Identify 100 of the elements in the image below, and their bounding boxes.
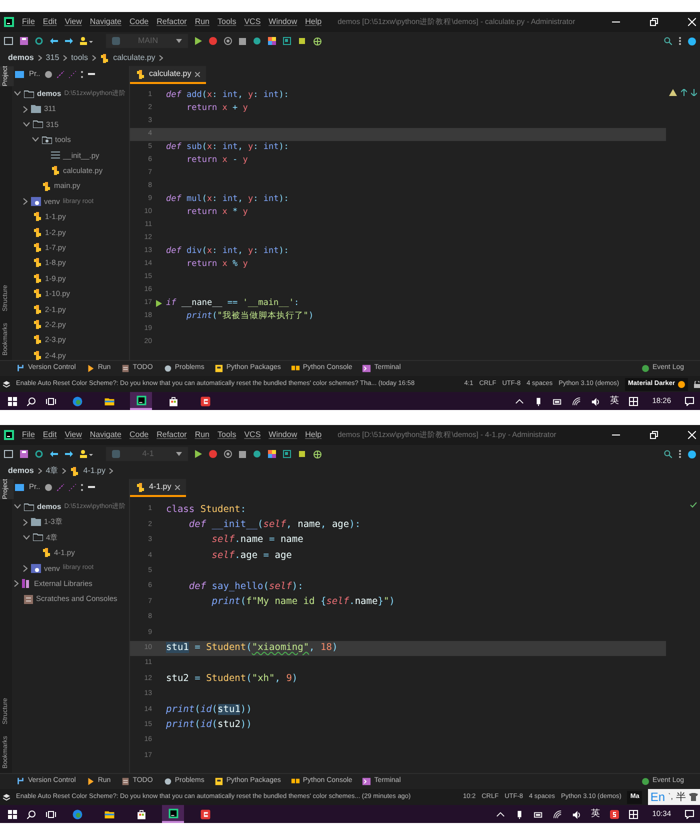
battery-icon[interactable] [534,810,544,818]
users-icon[interactable] [80,37,93,45]
save-icon[interactable] [20,37,28,45]
task-view-icon[interactable] [46,810,56,818]
editor-tab[interactable]: 4-1.py [130,479,186,497]
wifi-icon[interactable] [572,396,582,406]
menu-item[interactable]: Help [305,16,322,28]
menu-item[interactable]: View [64,429,82,441]
users-icon[interactable] [80,450,93,458]
breadcrumb-item[interactable]: 4-1.py [83,465,106,477]
wifi-icon[interactable] [553,810,562,818]
menu-item[interactable]: Run [194,16,210,28]
menu-item[interactable]: VCS [244,429,261,441]
menu-item[interactable]: Help [305,429,322,441]
breadcrumb-item[interactable]: demos [8,465,34,477]
breadcrumb-item[interactable]: calculate.py [113,52,156,64]
run-icon[interactable] [195,450,202,458]
layout-icon[interactable] [283,450,291,458]
menu-item[interactable]: Navigate [90,429,122,441]
menu-item[interactable]: Tools [218,16,236,28]
close-icon[interactable] [688,431,696,439]
ime-grid-icon[interactable] [629,396,638,406]
ime-s-icon[interactable] [610,810,620,818]
code-line: return x * y [185,206,248,219]
menu-item[interactable]: Refactor [156,16,187,28]
menu-item[interactable]: Edit [42,429,57,441]
save-icon[interactable] [20,450,28,458]
sync-icon[interactable] [35,37,43,45]
arrow-down-icon[interactable] [691,89,697,96]
tab-close-icon[interactable] [195,72,200,76]
open-folder-icon[interactable] [4,37,13,45]
arrow-up-icon[interactable] [681,89,687,96]
menu-item[interactable]: File [22,16,35,28]
layout-icon[interactable] [283,37,291,45]
ime-grid-icon[interactable] [629,810,638,818]
close-icon[interactable] [688,18,696,26]
menu-item[interactable]: File [22,429,35,441]
chevron-up-icon[interactable] [515,396,524,406]
task-view-icon[interactable] [46,396,56,406]
forward-arrow-icon[interactable] [65,38,73,44]
open-folder-icon[interactable] [4,450,13,458]
menu-item[interactable]: Window [268,16,298,28]
breadcrumb-item[interactable]: 315 [46,52,60,64]
run-gutter-icon[interactable] [156,300,162,307]
breadcrumb-item[interactable]: tools [71,52,88,64]
breadcrumb-item[interactable]: demos [8,52,34,64]
python-file-icon [100,54,110,62]
back-arrow-icon[interactable] [50,451,58,457]
structure-grid-icon[interactable] [268,37,276,45]
back-arrow-icon[interactable] [50,38,58,44]
ime-toolbar[interactable]: En ˋ, 半 [648,789,700,805]
debug-icon[interactable] [209,37,217,45]
battery-icon[interactable] [553,396,562,406]
usb-device-icon[interactable] [515,810,524,818]
start-icon[interactable] [8,810,17,818]
input-language-indicator[interactable]: 英 [610,394,620,408]
usb-device-icon[interactable] [534,396,544,406]
debug-icon[interactable] [209,450,217,458]
forward-arrow-icon[interactable] [65,451,73,457]
menu-item[interactable]: Code [129,16,149,28]
event-log-icon [642,778,650,785]
chevron-up-icon[interactable] [496,810,506,818]
options-icon[interactable] [81,484,84,490]
menu-item[interactable]: Code [129,429,149,441]
structure-grid-icon[interactable] [268,450,276,458]
stop-icon[interactable] [239,38,246,44]
menu-item[interactable]: Run [194,429,210,441]
coverage-icon[interactable] [224,450,232,458]
options-icon[interactable] [81,70,84,78]
stop-icon[interactable] [239,450,246,458]
menu-item[interactable]: Refactor [156,429,187,441]
menu-item[interactable]: View [64,16,82,28]
menu-item[interactable]: Edit [42,16,57,28]
restore-icon[interactable] [650,18,658,26]
breadcrumb-item[interactable]: 4章 [46,465,58,477]
search-icon[interactable] [664,37,672,45]
coverage-icon[interactable] [224,37,232,45]
python-file-icon [33,258,42,268]
menu-item[interactable]: VCS [244,16,261,28]
sync-icon[interactable] [35,450,43,458]
speaker-icon[interactable] [591,396,600,406]
editor-tab[interactable]: calculate.py [130,66,206,84]
action-center-icon[interactable] [685,396,694,406]
menu-item[interactable]: Navigate [90,16,122,28]
lock-icon[interactable] [694,380,700,388]
run-icon[interactable] [195,37,202,45]
menu-item[interactable]: Tools [218,429,236,441]
input-language-indicator[interactable]: 英 [591,807,600,821]
start-icon[interactable] [8,396,17,406]
tab-close-icon[interactable] [175,484,180,490]
search-icon[interactable] [664,450,672,458]
project-folder-icon [15,484,24,490]
speaker-icon[interactable] [572,810,582,818]
restore-icon[interactable] [650,431,658,439]
taskbar-app[interactable] [162,805,184,823]
menu-item[interactable]: Window [268,429,298,441]
action-center-icon[interactable] [685,810,694,818]
branch-icon [16,777,25,786]
taskbar-app[interactable] [130,392,152,410]
venv-folder-icon [31,196,41,206]
